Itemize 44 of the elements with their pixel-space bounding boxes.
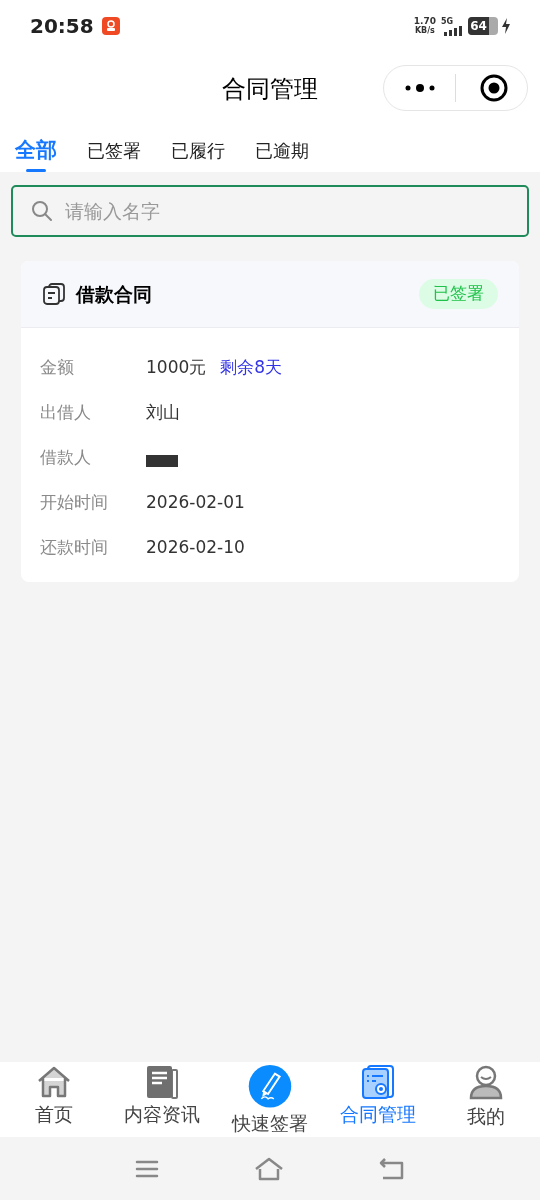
nav-tab[interactable]: 内容资讯	[108, 1062, 216, 1137]
clock-time: 20:58	[30, 13, 94, 40]
nav-tab[interactable]: 合同管理	[324, 1062, 432, 1137]
newspaper-icon	[145, 1065, 179, 1099]
signal-icon	[441, 25, 463, 36]
nav-tab[interactable]: 快速签署	[216, 1062, 324, 1137]
filter-tab[interactable]: 已逾期	[255, 135, 309, 172]
page-title: 合同管理	[222, 73, 318, 105]
filter-tab[interactable]: 全部	[15, 135, 57, 172]
field-label: 出借人	[40, 400, 92, 424]
home-icon	[36, 1065, 72, 1099]
document-icon	[42, 282, 66, 306]
network-speed-unit: KB/s	[414, 26, 435, 35]
field-label: 还款时间	[40, 535, 109, 559]
field-label: 开始时间	[40, 490, 109, 514]
more-icon[interactable]	[405, 83, 435, 93]
app-notification-icon	[101, 17, 120, 35]
field-label: 借款人	[40, 445, 92, 469]
status-badge: 已签署	[419, 279, 498, 309]
search-icon	[31, 200, 53, 222]
field-value: 刘山	[146, 400, 180, 424]
field-value: 1000元	[146, 355, 207, 379]
contract-title: 借款合同	[76, 281, 152, 307]
field-value: 2026-02-10	[146, 535, 245, 559]
profile-icon	[468, 1065, 504, 1101]
filter-tab[interactable]: 已签署	[87, 135, 141, 172]
network-speed: 1.70	[413, 17, 436, 26]
network-type: 5G	[441, 16, 454, 26]
field-label: 金额	[40, 355, 75, 379]
battery-indicator: 64	[468, 17, 489, 35]
contract-icon	[361, 1065, 395, 1099]
nav-tab[interactable]: 首页	[0, 1062, 108, 1137]
filter-tab[interactable]: 已履行	[171, 135, 225, 172]
field-value: 2026-02-01	[146, 490, 245, 514]
contract-card[interactable]: 借款合同 已签署 金额 1000元 剩余8天 出借人 刘山 借款人 开始时间 2026-02-01 还款时间 2026-02-10	[21, 261, 519, 582]
charging-icon	[502, 18, 510, 34]
nav-tab[interactable]: 我的	[432, 1062, 540, 1137]
back-icon[interactable]	[379, 1156, 405, 1181]
search-field[interactable]: 请输入名字	[11, 185, 529, 237]
remaining-days: 剩余8天	[220, 354, 283, 381]
home-button-icon[interactable]	[254, 1156, 284, 1181]
close-miniprogram-icon[interactable]	[480, 74, 508, 102]
pen-icon	[248, 1065, 292, 1108]
menu-icon[interactable]	[135, 1158, 159, 1179]
